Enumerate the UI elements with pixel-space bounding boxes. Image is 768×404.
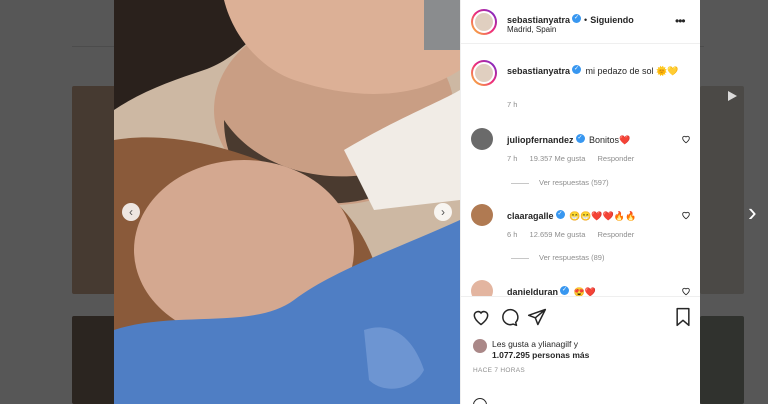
post-time-ago[interactable]: HACE 7 HORAS <box>473 367 525 374</box>
comment-time[interactable]: 7 h <box>507 154 517 163</box>
bookmark-icon[interactable] <box>673 307 693 327</box>
commenter-username[interactable]: juliopfernandez <box>507 135 574 145</box>
reply-button[interactable]: Responder <box>598 154 635 163</box>
caption-text: mi pedazo de sol 🌞💛 <box>585 66 679 76</box>
comment-like-icon[interactable] <box>681 286 691 296</box>
follow-status-button[interactable]: Siguiendo <box>590 15 634 25</box>
photo-illustration <box>114 0 460 404</box>
caption: sebastianyatra ✓ mi pedazo de sol 🌞💛 <box>507 64 693 77</box>
likes-line-2: 1.077.295 personas más <box>492 350 590 360</box>
more-dots-icon[interactable]: ••• <box>675 14 686 28</box>
commenter-avatar[interactable] <box>471 204 493 226</box>
commenter-avatar[interactable] <box>471 128 493 150</box>
verified-badge-icon: ✓ <box>560 286 570 296</box>
post-location[interactable]: Madrid, Spain <box>507 25 556 34</box>
likes-line-1: Les gusta a ylianagilf y <box>492 339 578 349</box>
view-replies-button[interactable]: Ver respuestas (89) <box>511 253 604 262</box>
commenter-username[interactable]: claaragalle <box>507 211 554 221</box>
comment-bubble-icon[interactable] <box>499 307 519 327</box>
carousel-prev-button[interactable]: ‹ <box>122 203 140 221</box>
comment-like-icon[interactable] <box>681 210 691 220</box>
verified-badge-icon: ✓ <box>572 65 582 75</box>
verified-badge-icon: ✓ <box>572 14 582 24</box>
replies-dash <box>511 257 529 259</box>
post-modal: ‹ › sebastianyatra ✓ • Siguiendo Madrid, Sp… <box>114 0 700 404</box>
caption-username[interactable]: sebastianyatra <box>507 66 570 76</box>
verified-badge-icon: ✓ <box>575 134 585 144</box>
paper-plane-icon[interactable] <box>527 307 547 327</box>
view-replies-button[interactable]: Ver respuestas (597) <box>511 178 609 187</box>
comment-likes[interactable]: 12.659 Me gusta <box>530 230 586 239</box>
post-actions: Les gusta a ylianagilf y 1.077.295 perso… <box>461 296 700 404</box>
caption-time[interactable]: 7 h <box>507 100 517 109</box>
likes-summary[interactable]: Les gusta a ylianagilf y 1.077.295 perso… <box>492 339 589 361</box>
author-avatar[interactable] <box>471 9 497 35</box>
liker-avatar[interactable] <box>473 339 487 353</box>
view-replies-label: Ver respuestas (89) <box>539 253 605 262</box>
carousel-next-button[interactable]: › <box>434 203 452 221</box>
next-post-arrow-icon[interactable]: › <box>748 199 764 225</box>
replies-dash <box>511 182 529 184</box>
comment-meta: 7 h 19.357 Me gusta Responder <box>507 154 644 163</box>
comment-time[interactable]: 6 h <box>507 230 517 239</box>
comment-likes[interactable]: 19.357 Me gusta <box>530 154 586 163</box>
comment-like-icon[interactable] <box>681 134 691 144</box>
comment-meta: 6 h 12.659 Me gusta Responder <box>507 230 644 239</box>
separator-dot: • <box>584 15 588 25</box>
verified-badge-icon: ✓ <box>555 210 565 220</box>
author-username[interactable]: sebastianyatra <box>507 15 570 25</box>
comment-body: claaragalle ✓ 😁😁❤️❤️🔥🔥 <box>507 206 636 224</box>
caption-author-avatar[interactable] <box>471 60 497 86</box>
heart-outline-icon[interactable] <box>471 307 491 327</box>
post-side-panel: sebastianyatra ✓ • Siguiendo Madrid, Spain … <box>460 0 700 404</box>
video-icon <box>728 91 737 101</box>
comment-text: Bonitos❤️ <box>588 135 631 145</box>
reply-button[interactable]: Responder <box>598 230 635 239</box>
comment-text: 😁😁❤️❤️🔥🔥 <box>569 211 637 221</box>
comment-body: juliopfernandez ✓ Bonitos❤️ <box>507 130 630 148</box>
post-header: sebastianyatra ✓ • Siguiendo Madrid, Spain … <box>461 0 700 44</box>
view-replies-label: Ver respuestas (597) <box>539 178 609 187</box>
post-photo[interactable]: ‹ › <box>114 0 460 404</box>
